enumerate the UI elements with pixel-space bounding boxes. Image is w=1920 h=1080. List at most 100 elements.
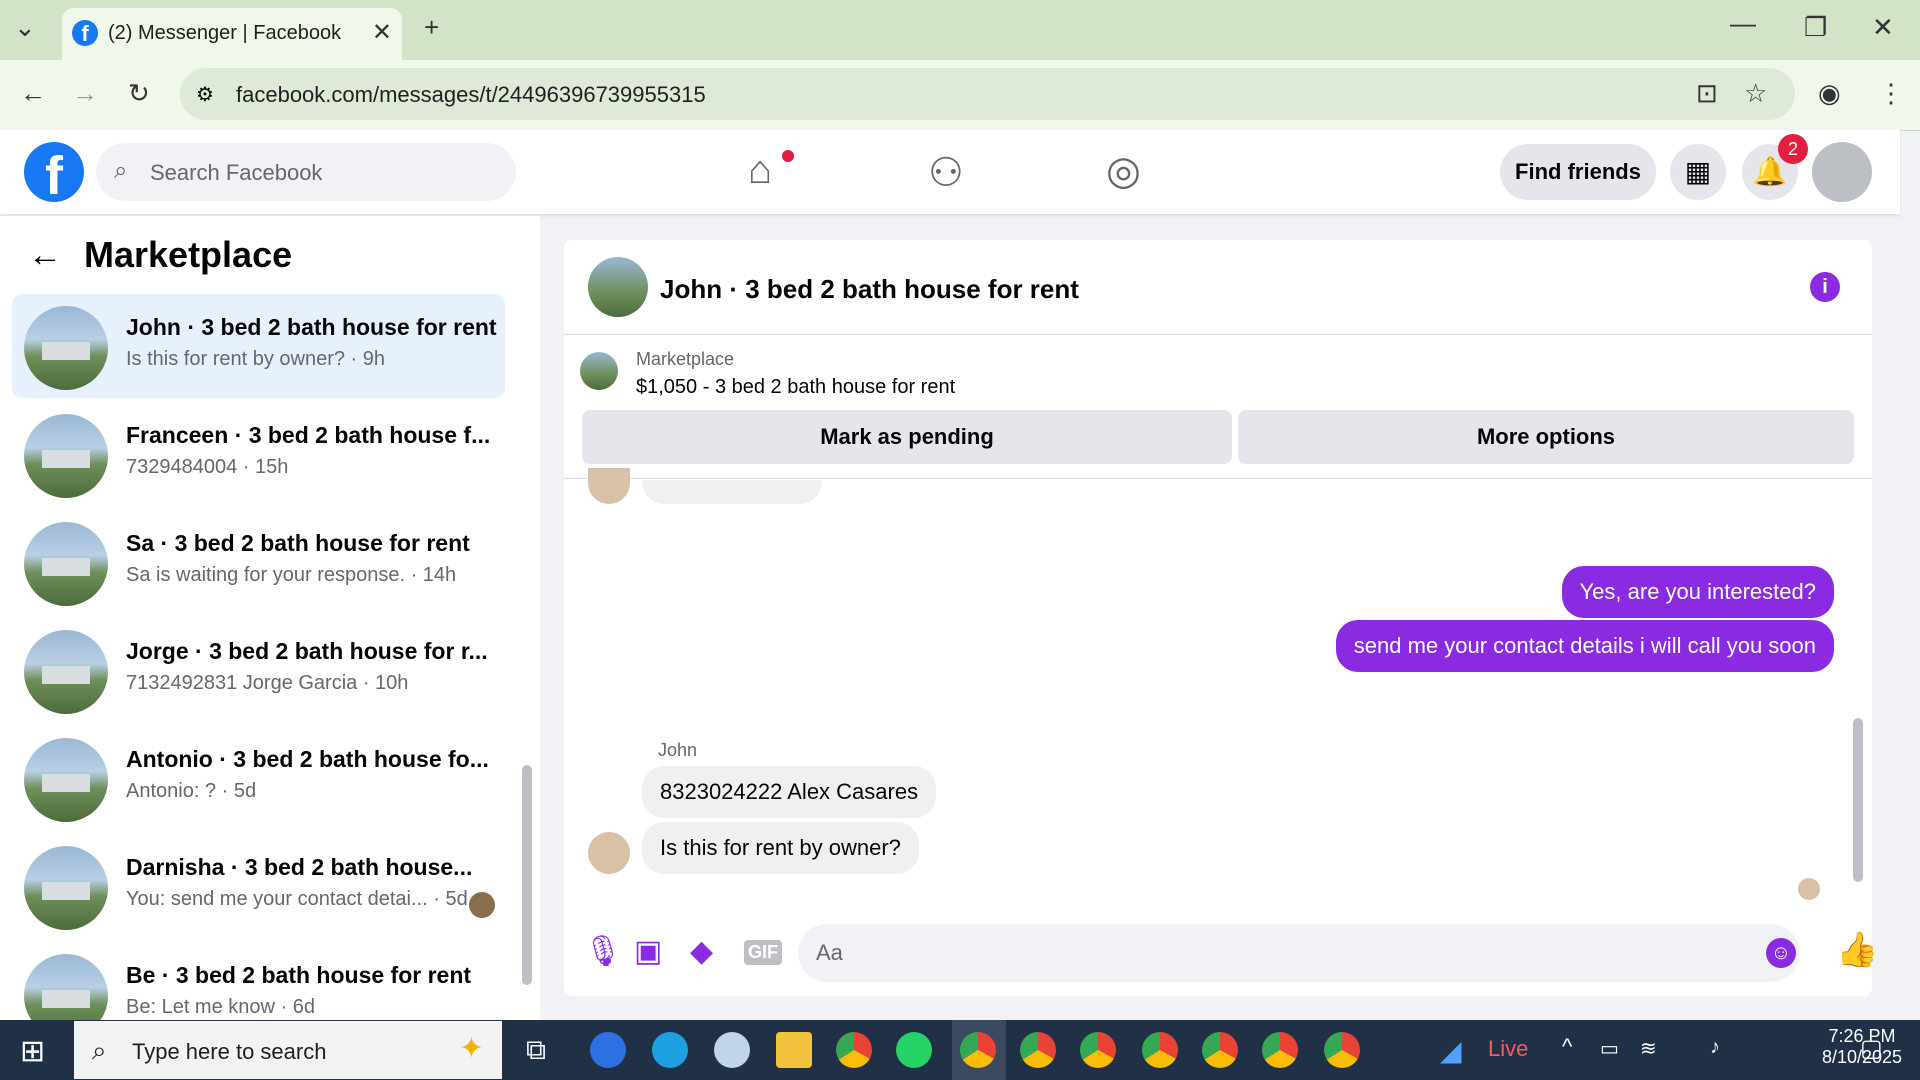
facebook-logo-icon[interactable]: f: [24, 142, 84, 206]
forward-icon[interactable]: →: [72, 78, 98, 109]
conversation-item[interactable]: Franceen · 3 bed 2 bath house f... 73294…: [12, 402, 505, 506]
browser-menu-icon[interactable]: ⋮: [1878, 78, 1904, 109]
whatsapp-icon[interactable]: [896, 1032, 932, 1068]
windows-start-icon[interactable]: ⊞: [20, 1034, 45, 1069]
sparkle-icon: ✦: [458, 1032, 484, 1065]
chrome-profile-icon[interactable]: [960, 1032, 996, 1068]
sender-avatar[interactable]: [588, 832, 630, 874]
sidebar-scrollbar[interactable]: [522, 765, 532, 985]
conversation-name: Sa · 3 bed 2 bath house for rent: [126, 530, 470, 556]
chrome-profile-icon[interactable]: [1080, 1032, 1116, 1068]
menu-grid-icon[interactable]: ▦: [1670, 144, 1726, 200]
facebook-search-input[interactable]: ⌕ Search Facebook: [96, 143, 516, 201]
mark-as-pending-button[interactable]: Mark as pending: [582, 410, 1232, 464]
conversation-preview: Antonio: ? · 5d: [126, 780, 257, 802]
search-icon: ⌕: [92, 1035, 107, 1065]
conversation-preview: 7329484004 · 15h: [126, 456, 289, 478]
conversation-name: Antonio · 3 bed 2 bath house fo...: [126, 746, 489, 772]
url-text[interactable]: facebook.com/messages/t/2449639673995531…: [236, 82, 706, 108]
battery-icon[interactable]: ▭: [1600, 1036, 1619, 1061]
sender-name: John: [658, 740, 698, 760]
chrome-icon[interactable]: [836, 1032, 872, 1068]
chat-scrollbar[interactable]: [1853, 718, 1863, 882]
chat-title[interactable]: John · 3 bed 2 bath house for rent: [660, 274, 1079, 305]
app-icon[interactable]: [714, 1032, 750, 1068]
message-row: Yes, are you interested?: [0, 566, 1834, 618]
conversation-preview: Be: Let me know · 6d: [126, 996, 315, 1018]
tab-search-chevron-icon[interactable]: ⌄: [14, 12, 36, 43]
microphone-icon[interactable]: 🎙: [584, 934, 622, 969]
tray-chevron-icon[interactable]: ^: [1562, 1034, 1572, 1060]
chrome-profile-icon[interactable]: [1020, 1032, 1056, 1068]
conversation-item[interactable]: Be · 3 bed 2 bath house for rent Be: Let…: [12, 942, 505, 1020]
taskbar-search-input[interactable]: ⌕ Type here to search ✦: [74, 1021, 502, 1079]
message-input[interactable]: Aa: [798, 924, 1800, 982]
groups-icon[interactable]: ◎: [1106, 148, 1141, 194]
listing-thumbnail[interactable]: [580, 352, 618, 390]
gif-icon[interactable]: GIF: [744, 940, 782, 965]
marketplace-label: Marketplace: [636, 349, 735, 369]
chrome-profile-icon[interactable]: [1142, 1032, 1178, 1068]
new-tab-icon[interactable]: +: [424, 12, 439, 43]
tab-title: (2) Messenger | Facebook: [108, 22, 342, 44]
tab-close-icon[interactable]: ✕: [372, 18, 392, 47]
app-icon[interactable]: [590, 1032, 626, 1068]
live-app-icon[interactable]: ◢: [1440, 1034, 1462, 1067]
more-options-button[interactable]: More options: [1238, 410, 1854, 464]
chrome-profile-icon[interactable]: [1202, 1032, 1238, 1068]
search-icon: ⌕: [114, 157, 128, 184]
conversation-name: Darnisha · 3 bed 2 bath house...: [126, 854, 473, 880]
back-arrow-icon[interactable]: ←: [28, 236, 62, 275]
notification-center-icon[interactable]: ▢: [1860, 1034, 1883, 1063]
install-app-icon[interactable]: ⊡: [1696, 78, 1718, 109]
site-info-icon[interactable]: ⚙: [196, 82, 214, 107]
conversation-name: Franceen · 3 bed 2 bath house f...: [126, 422, 491, 448]
emoji-icon[interactable]: ☺: [1766, 938, 1796, 968]
edge-icon[interactable]: [652, 1032, 688, 1068]
restore-icon[interactable]: ❐: [1804, 12, 1827, 43]
minimize-icon[interactable]: —: [1730, 8, 1756, 39]
thumbs-up-icon[interactable]: 👍: [1836, 930, 1878, 970]
photo-icon[interactable]: ▣: [634, 934, 662, 969]
window-close-icon[interactable]: ✕: [1872, 12, 1894, 43]
volume-icon[interactable]: ♪: [1710, 1036, 1720, 1059]
wifi-icon[interactable]: ≋: [1640, 1036, 1657, 1061]
listing-thumbnail: [24, 414, 108, 498]
back-icon[interactable]: ←: [20, 78, 46, 109]
chrome-profile-icon[interactable]: [1262, 1032, 1298, 1068]
conversation-preview: You: send me your contact detai... · 5d: [126, 888, 468, 910]
account-avatar[interactable]: [1812, 142, 1872, 202]
bookmark-star-icon[interactable]: ☆: [1744, 78, 1767, 109]
find-friends-button[interactable]: Find friends: [1500, 144, 1656, 200]
task-view-icon[interactable]: ⧉: [526, 1034, 546, 1067]
conversation-name: John · 3 bed 2 bath house for rent: [126, 314, 497, 340]
file-explorer-icon[interactable]: [776, 1032, 812, 1068]
incoming-message[interactable]: 8323024222 Alex Casares: [642, 766, 937, 818]
sticker-icon[interactable]: ◆: [690, 934, 713, 969]
conversation-preview: Is this for rent by owner? · 9h: [126, 348, 386, 370]
listing-thumbnail: [24, 306, 108, 390]
search-placeholder: Search Facebook: [150, 160, 323, 185]
conversation-item[interactable]: John · 3 bed 2 bath house for rent Is th…: [12, 294, 505, 398]
home-icon[interactable]: ⌂: [748, 148, 772, 193]
live-label[interactable]: Live: [1488, 1036, 1528, 1062]
listing-thumbnail: [24, 846, 108, 930]
profile-icon[interactable]: ◉: [1818, 78, 1841, 109]
browser-tab[interactable]: f (2) Messenger | Facebook ✕: [62, 8, 402, 60]
reload-icon[interactable]: ↻: [128, 78, 150, 109]
listing-title[interactable]: $1,050 - 3 bed 2 bath house for rent: [636, 376, 955, 399]
read-receipt-avatar: [1798, 878, 1820, 900]
chat-divider: [564, 478, 1872, 479]
outgoing-message[interactable]: Yes, are you interested?: [1561, 566, 1834, 618]
outgoing-message[interactable]: send me your contact details i will call…: [1335, 620, 1834, 672]
chat-listing-avatar[interactable]: [588, 257, 648, 317]
conversation-item[interactable]: Darnisha · 3 bed 2 bath house... You: se…: [12, 834, 505, 938]
info-icon[interactable]: i: [1810, 272, 1840, 302]
incoming-message[interactable]: Is this for rent by owner?: [642, 822, 919, 874]
chrome-profile-icon[interactable]: [1324, 1032, 1360, 1068]
conversation-item[interactable]: Antonio · 3 bed 2 bath house fo... Anton…: [12, 726, 505, 830]
conversation-preview: 7132492831 Jorge Garcia · 10h: [126, 672, 409, 694]
conversation-name: Be · 3 bed 2 bath house for rent: [126, 962, 472, 988]
seen-avatar: [469, 892, 495, 918]
friends-icon[interactable]: ⚇: [928, 150, 964, 196]
